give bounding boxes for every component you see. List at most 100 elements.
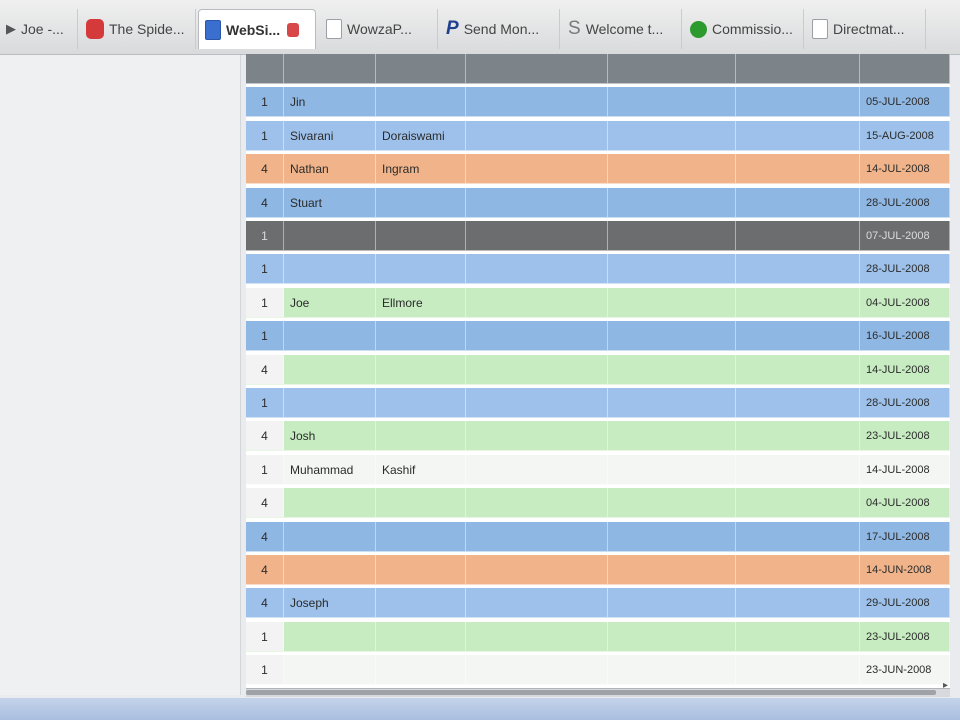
table-cell[interactable]	[608, 588, 736, 617]
table-cell[interactable]	[736, 254, 860, 283]
table-cell[interactable]	[466, 655, 608, 684]
table-cell[interactable]: 4	[246, 421, 284, 450]
table-cell[interactable]	[284, 655, 376, 684]
table-cell[interactable]	[736, 588, 860, 617]
table-cell[interactable]: 4	[246, 522, 284, 551]
table-cell[interactable]	[284, 622, 376, 651]
scrollbar-thumb[interactable]	[246, 690, 936, 695]
table-cell[interactable]	[608, 254, 736, 283]
table-row[interactable]: 1 23-JUN-2008	[246, 655, 950, 685]
table-cell[interactable]	[466, 455, 608, 484]
table-cell[interactable]	[608, 421, 736, 450]
table-cell[interactable]	[736, 188, 860, 217]
table-cell[interactable]	[736, 321, 860, 350]
table-cell[interactable]: 07-JUL-2008	[860, 221, 950, 250]
table-cell[interactable]	[376, 488, 466, 517]
table-cell[interactable]	[608, 288, 736, 317]
table-cell[interactable]	[736, 154, 860, 183]
table-cell[interactable]	[608, 154, 736, 183]
table-cell[interactable]: 14-JUL-2008	[860, 455, 950, 484]
table-cell[interactable]: 28-JUL-2008	[860, 388, 950, 417]
table-cell[interactable]: 04-JUL-2008	[860, 288, 950, 317]
table-cell[interactable]: Doraiswami	[376, 121, 466, 150]
table-cell[interactable]	[608, 655, 736, 684]
table-cell[interactable]	[466, 421, 608, 450]
browser-tab[interactable]: The Spide...	[80, 9, 196, 49]
table-cell[interactable]	[736, 121, 860, 150]
table-cell[interactable]	[466, 555, 608, 584]
horizontal-scrollbar[interactable]	[246, 688, 950, 697]
table-cell[interactable]	[284, 388, 376, 417]
table-cell[interactable]	[376, 321, 466, 350]
table-cell[interactable]: 4	[246, 555, 284, 584]
table-cell[interactable]: 28-JUL-2008	[860, 254, 950, 283]
table-cell[interactable]: Jin	[284, 87, 376, 116]
table-cell[interactable]: Muhammad	[284, 455, 376, 484]
table-cell[interactable]	[376, 188, 466, 217]
table-cell[interactable]	[284, 355, 376, 384]
table-cell[interactable]	[376, 555, 466, 584]
table-cell[interactable]: 1	[246, 388, 284, 417]
table-cell[interactable]: Ingram	[376, 154, 466, 183]
table-cell[interactable]: 1	[246, 87, 284, 116]
table-cell[interactable]	[284, 221, 376, 250]
table-cell[interactable]	[608, 455, 736, 484]
table-cell[interactable]: Stuart	[284, 188, 376, 217]
table-cell[interactable]: 4	[246, 488, 284, 517]
table-cell[interactable]: Joe	[284, 288, 376, 317]
table-cell[interactable]: 1	[246, 254, 284, 283]
table-cell[interactable]	[466, 622, 608, 651]
browser-tab[interactable]: WowzaP...	[320, 9, 438, 49]
table-cell[interactable]	[284, 321, 376, 350]
table-cell[interactable]	[376, 522, 466, 551]
table-cell[interactable]	[608, 355, 736, 384]
table-cell[interactable]	[376, 588, 466, 617]
table-cell[interactable]: 4	[246, 154, 284, 183]
table-cell[interactable]: Sivarani	[284, 121, 376, 150]
table-row[interactable]: 4 Stuart 28-JUL-2008	[246, 188, 950, 218]
table-cell[interactable]: 1	[246, 121, 284, 150]
table-cell[interactable]: Josh	[284, 421, 376, 450]
table-cell[interactable]	[466, 121, 608, 150]
table-row[interactable]: 1 Jin 05-JUL-2008	[246, 87, 950, 117]
table-cell[interactable]	[736, 388, 860, 417]
table-cell[interactable]	[736, 622, 860, 651]
table-row[interactable]: 1 16-JUL-2008	[246, 321, 950, 351]
table-cell[interactable]: 05-JUL-2008	[860, 87, 950, 116]
table-cell[interactable]	[376, 87, 466, 116]
table-cell[interactable]	[284, 488, 376, 517]
table-cell[interactable]	[376, 388, 466, 417]
table-cell[interactable]	[608, 488, 736, 517]
table-cell[interactable]	[736, 522, 860, 551]
table-cell[interactable]	[466, 87, 608, 116]
table-cell[interactable]: 1	[246, 655, 284, 684]
table-cell[interactable]	[376, 355, 466, 384]
table-cell[interactable]	[608, 555, 736, 584]
table-cell[interactable]: 1	[246, 622, 284, 651]
table-cell[interactable]: 1	[246, 288, 284, 317]
table-cell[interactable]	[608, 121, 736, 150]
table-cell[interactable]: 23-JUL-2008	[860, 421, 950, 450]
table-cell[interactable]	[608, 87, 736, 116]
table-cell[interactable]: 4	[246, 355, 284, 384]
table-row[interactable]: 4 14-JUN-2008	[246, 555, 950, 585]
browser-tab[interactable]: Commissio...	[684, 9, 804, 49]
table-cell[interactable]	[466, 188, 608, 217]
table-cell[interactable]: 16-JUL-2008	[860, 321, 950, 350]
table-cell[interactable]	[466, 588, 608, 617]
table-cell[interactable]	[376, 421, 466, 450]
table-cell[interactable]	[608, 54, 736, 83]
table-cell[interactable]	[284, 555, 376, 584]
table-cell[interactable]	[246, 54, 284, 83]
table-cell[interactable]	[736, 288, 860, 317]
table-row[interactable]: 1 Muhammad Kashif 14-JUL-2008	[246, 455, 950, 485]
table-cell[interactable]	[608, 522, 736, 551]
table-cell[interactable]: Kashif	[376, 455, 466, 484]
table-row[interactable]: 4 Joseph 29-JUL-2008	[246, 588, 950, 618]
table-cell[interactable]	[736, 455, 860, 484]
table-cell[interactable]: 1	[246, 221, 284, 250]
close-tab-icon[interactable]	[287, 22, 300, 37]
table-row[interactable]: 4 17-JUL-2008	[246, 522, 950, 552]
browser-tab[interactable]: Directmat...	[806, 9, 926, 49]
table-row[interactable]: 4 04-JUL-2008	[246, 488, 950, 518]
